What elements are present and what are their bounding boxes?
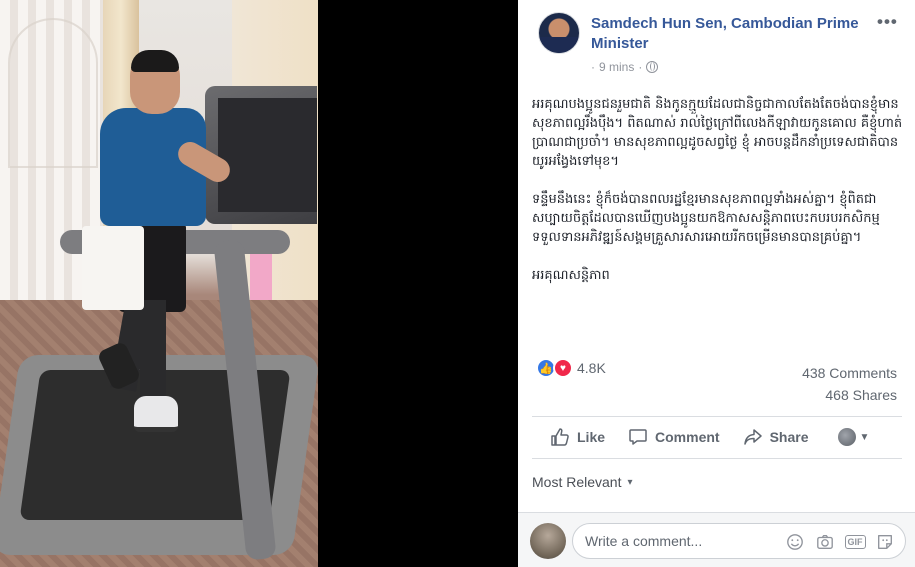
post-meta: · 9 mins · bbox=[591, 60, 659, 74]
sticker-icon[interactable] bbox=[875, 532, 895, 552]
share-label: Share bbox=[769, 429, 809, 445]
camera-icon[interactable] bbox=[815, 532, 835, 552]
reactions-summary[interactable]: 👍 ♥ 4.8K bbox=[536, 358, 606, 378]
thumbs-up-icon bbox=[551, 428, 569, 446]
page-avatar[interactable] bbox=[538, 12, 580, 54]
emoji-icon[interactable] bbox=[785, 532, 805, 552]
man-right-shoe bbox=[134, 396, 178, 432]
post-panel: Samdech Hun Sen, Cambodian Prime Ministe… bbox=[518, 0, 915, 567]
post-paragraph: អរគុណសន្តិភាព bbox=[532, 268, 610, 283]
comment-sort-dropdown[interactable]: Most Relevant ▾ bbox=[532, 474, 633, 490]
post-timestamp[interactable]: 9 mins bbox=[599, 60, 634, 74]
post-as-selector[interactable]: ▼ bbox=[837, 428, 870, 446]
gif-label: GIF bbox=[844, 535, 866, 549]
reaction-count[interactable]: 4.8K bbox=[577, 360, 606, 376]
viewer-avatar bbox=[837, 428, 856, 446]
post-body: អរគុណបងប្អូនជនរួមជាតិ និងកូនក្មួយដែលជានិ… bbox=[532, 95, 904, 304]
post-header: Samdech Hun Sen, Cambodian Prime Ministe… bbox=[518, 0, 915, 90]
arched-window bbox=[8, 18, 98, 168]
divider bbox=[532, 458, 902, 459]
post-action-bar: Like Comment Share ▼ bbox=[532, 420, 902, 454]
meta-dot: · bbox=[638, 60, 643, 74]
comment-input-box[interactable]: GIF bbox=[572, 523, 906, 559]
more-options-icon[interactable]: ••• bbox=[877, 12, 898, 32]
share-arrow-icon bbox=[743, 429, 762, 445]
composer-icons: GIF bbox=[785, 532, 895, 552]
current-user-avatar[interactable] bbox=[530, 523, 566, 559]
post-paragraph: អរគុណបងប្អូនជនរួមជាតិ និងកូនក្មួយដែលជានិ… bbox=[532, 97, 903, 169]
chevron-down-icon: ▼ bbox=[859, 431, 870, 443]
love-reaction-icon: ♥ bbox=[553, 358, 573, 378]
treadmill-screen bbox=[218, 98, 317, 212]
comment-input[interactable] bbox=[585, 533, 755, 549]
post-photo[interactable] bbox=[0, 0, 518, 567]
meta-dot: · bbox=[591, 60, 595, 74]
gym-room-scene bbox=[0, 0, 318, 567]
share-button[interactable]: Share bbox=[743, 427, 809, 447]
white-towel bbox=[82, 226, 144, 310]
divider bbox=[532, 416, 902, 417]
post-author-link[interactable]: Samdech Hun Sen, Cambodian Prime Ministe… bbox=[591, 14, 881, 54]
gif-icon[interactable]: GIF bbox=[844, 532, 866, 552]
man-right-leg bbox=[140, 300, 166, 400]
comment-sort-label: Most Relevant bbox=[532, 474, 622, 490]
comment-label: Comment bbox=[655, 429, 720, 445]
public-globe-icon[interactable] bbox=[646, 61, 659, 73]
comment-button[interactable]: Comment bbox=[628, 427, 720, 447]
like-label: Like bbox=[577, 429, 606, 445]
comment-composer: GIF bbox=[518, 512, 915, 567]
like-button[interactable]: Like bbox=[550, 427, 605, 447]
shares-count-link[interactable]: 468 Shares bbox=[802, 384, 897, 406]
engagement-counts: 438 Comments 468 Shares bbox=[802, 362, 897, 406]
caret-down-icon: ▾ bbox=[627, 476, 633, 488]
comments-count-link[interactable]: 438 Comments bbox=[802, 362, 897, 384]
post-paragraph: ទន្ទឹមនឹងនេះ ខ្ញុំក៏ចង់បានពលរដ្ឋខ្មែរមាន… bbox=[532, 192, 880, 245]
man-hair bbox=[131, 50, 179, 72]
speech-bubble-icon bbox=[629, 429, 647, 445]
